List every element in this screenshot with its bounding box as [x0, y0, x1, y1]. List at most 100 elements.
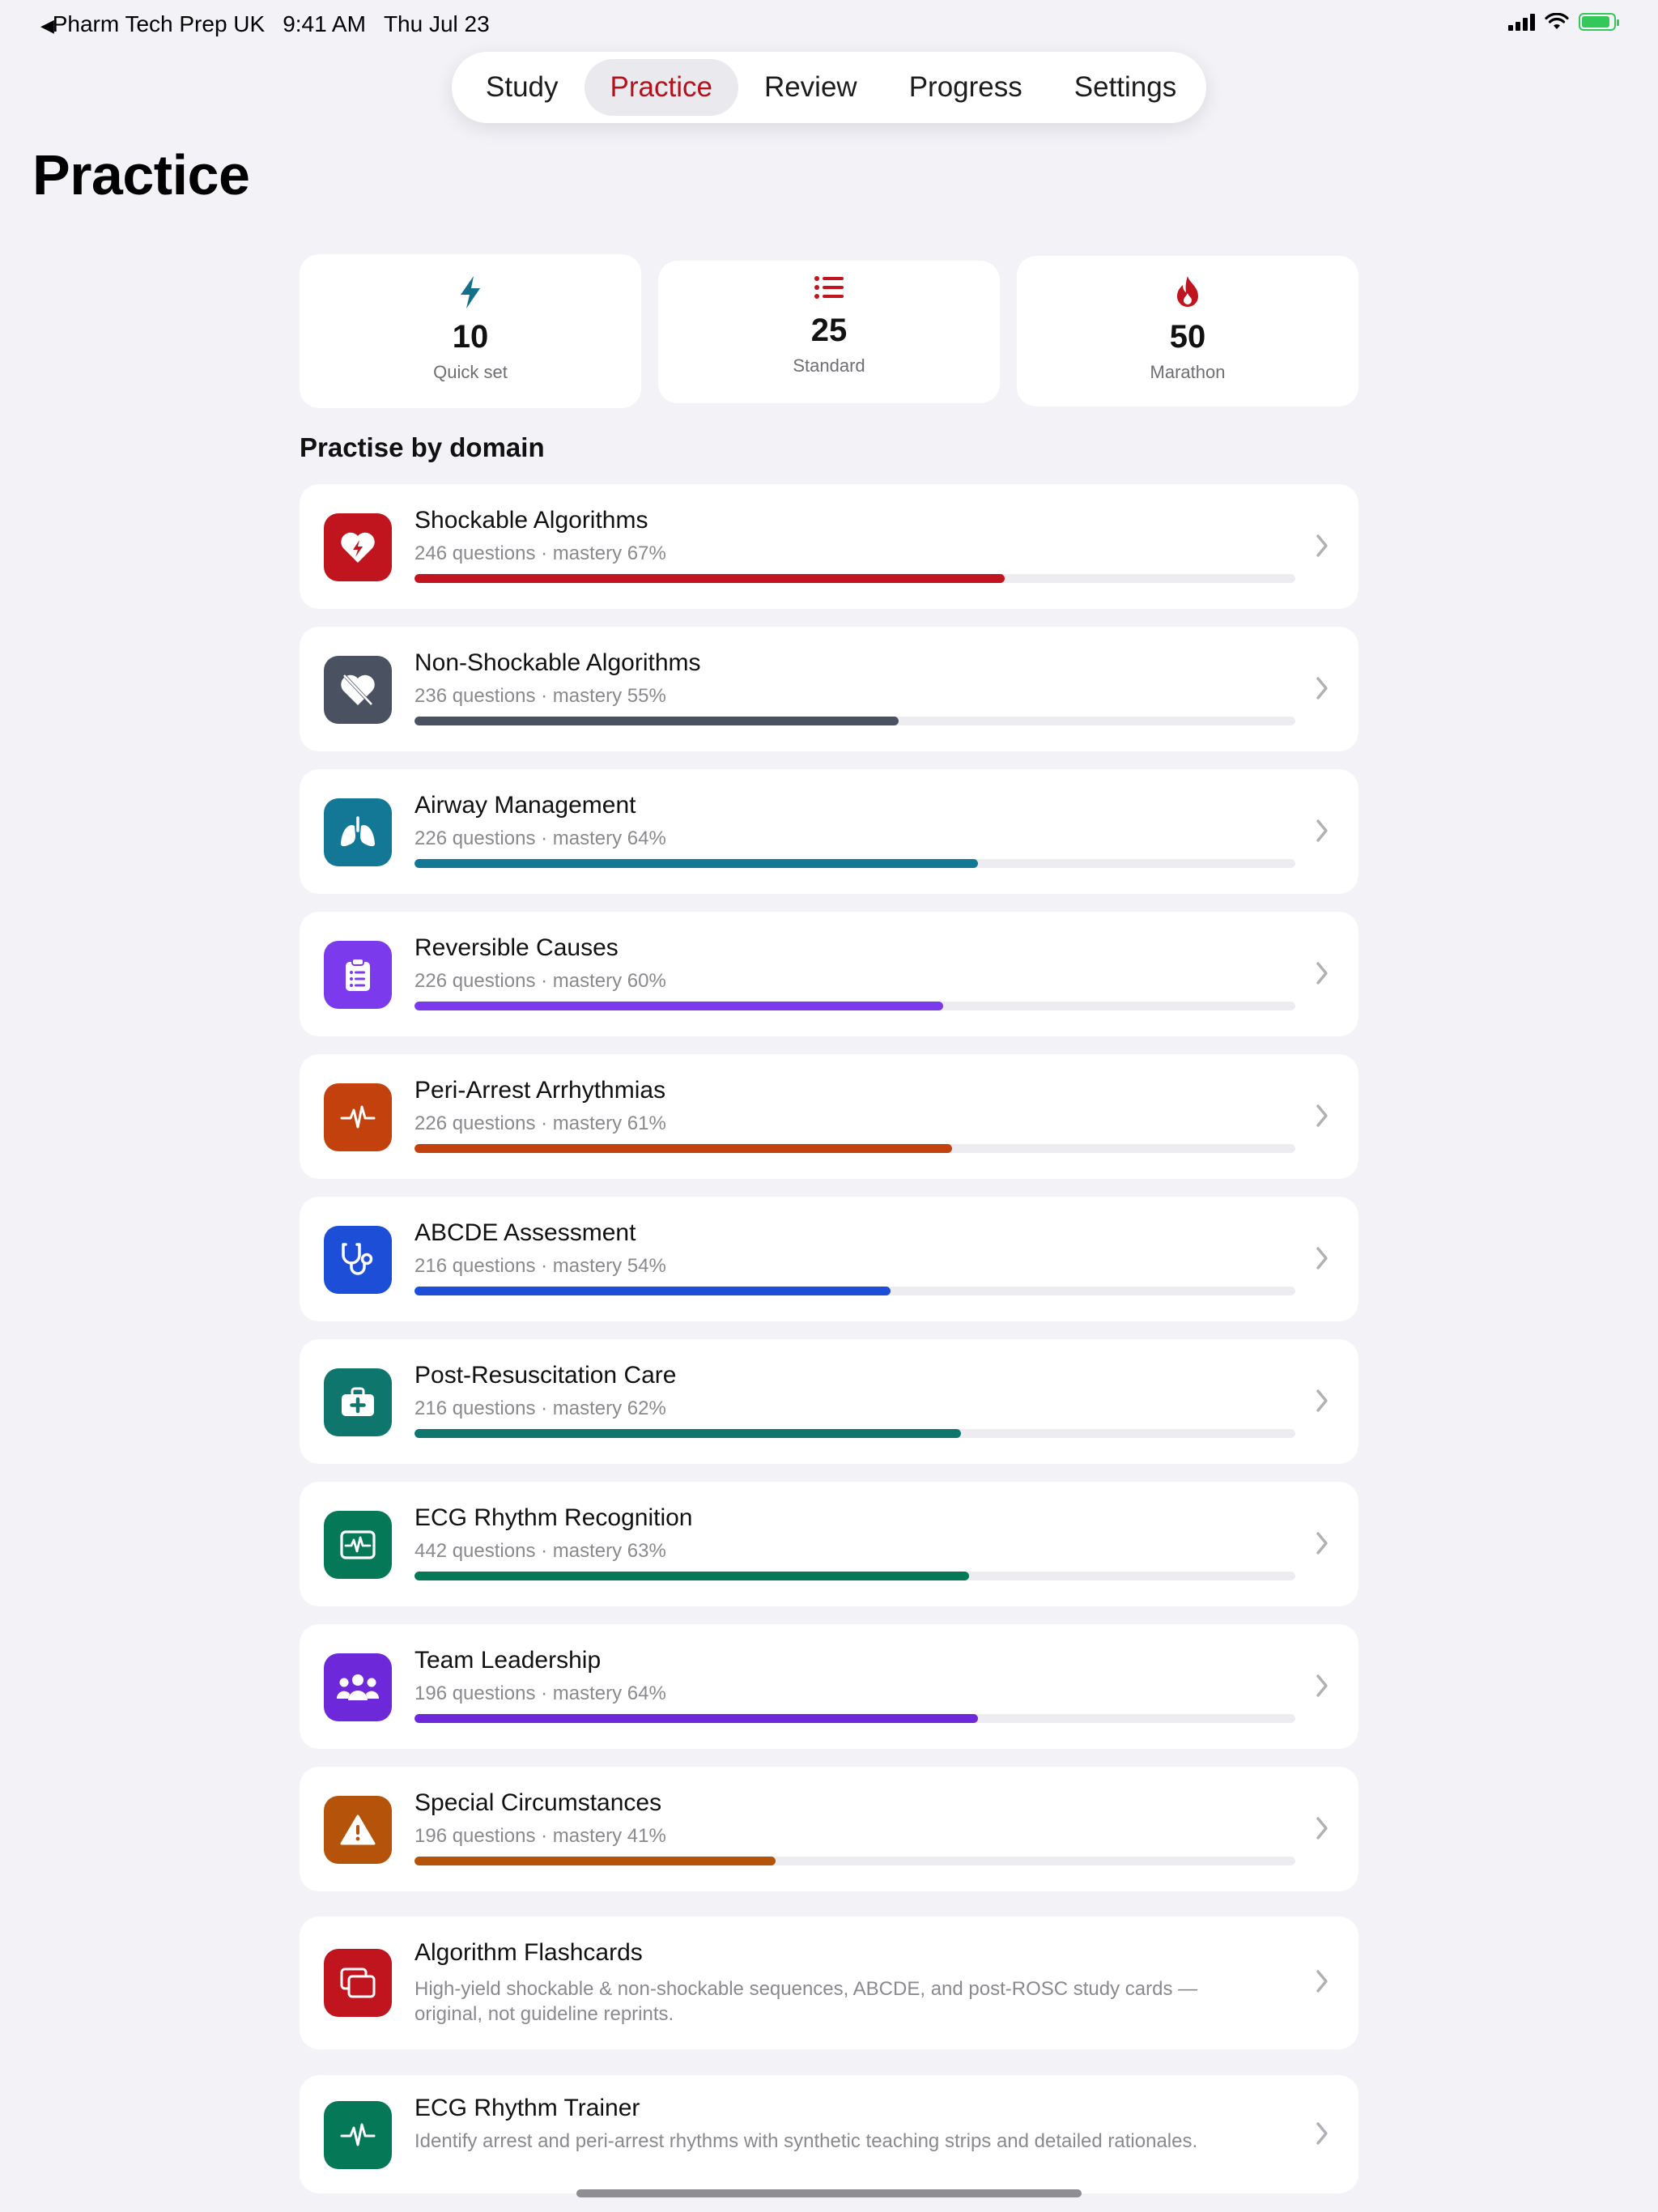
domain-subtitle: 226 questions · mastery 61%: [414, 1112, 666, 1134]
domain-subtitle: 226 questions · mastery 60%: [414, 970, 666, 992]
tab-practice[interactable]: Practice: [584, 59, 738, 116]
mastery-progress-fill: [414, 1572, 970, 1580]
chevron-right-icon: [1316, 1817, 1328, 1840]
monitor-waveform-icon: [324, 1511, 392, 1579]
medkit-icon: [324, 1368, 392, 1436]
back-to-app-link[interactable]: ◀ Pharm Tech Prep UK: [40, 11, 265, 37]
domain-subtitle: 216 questions · mastery 62%: [414, 1397, 666, 1419]
domain-title: Airway Management: [414, 792, 636, 819]
cellular-signal-icon: [1508, 13, 1535, 31]
mastery-progress-bar: [414, 1002, 1295, 1010]
heart-slash-icon: [324, 656, 392, 724]
chevron-right-icon: [1316, 534, 1328, 557]
domain-subtitle: 196 questions · mastery 64%: [414, 1682, 666, 1704]
domain-title: Reversible Causes: [414, 934, 619, 961]
pulse-icon: [324, 1083, 392, 1151]
home-indicator[interactable]: [576, 2189, 1082, 2197]
wifi-icon: [1545, 13, 1569, 29]
mastery-progress-bar: [414, 1572, 1295, 1580]
mastery-progress-fill: [414, 1857, 776, 1865]
domain-row-airway[interactable]: Airway Management 226 questions · master…: [300, 769, 1358, 894]
chevron-right-icon: [1316, 1532, 1328, 1555]
ecg-rhythm-trainer-row[interactable]: ECG Rhythm Trainer Identify arrest and p…: [300, 2075, 1358, 2193]
cards-icon: [324, 1949, 392, 2017]
domain-title: Special Circumstances: [414, 1789, 662, 1816]
tab-progress[interactable]: Progress: [883, 59, 1048, 116]
marathon-set-card[interactable]: 50 Marathon: [1017, 256, 1358, 406]
status-time: 9:41 AM: [283, 11, 366, 36]
tool-title: ECG Rhythm Trainer: [414, 2095, 640, 2121]
practice-set-cards: 10 Quick set 25 Standard 50 Marathon: [300, 254, 1360, 408]
chevron-right-icon: [1316, 1389, 1328, 1412]
mastery-progress-fill: [414, 1714, 979, 1723]
domain-row-special-circumstances[interactable]: Special Circumstances 196 questions · ma…: [300, 1767, 1358, 1891]
status-right: [1508, 13, 1619, 31]
chevron-right-icon: [1316, 2122, 1328, 2145]
warning-icon: [324, 1796, 392, 1864]
chevron-right-icon: [1316, 677, 1328, 700]
domain-row-abcde[interactable]: ABCDE Assessment 216 questions · mastery…: [300, 1197, 1358, 1321]
section-title: Practise by domain: [300, 432, 545, 462]
mastery-progress-bar: [414, 859, 1295, 868]
mastery-progress-fill: [414, 1287, 891, 1295]
mastery-progress-fill: [414, 574, 1005, 583]
standard-set-card[interactable]: 25 Standard: [658, 261, 1000, 403]
domain-row-non-shockable[interactable]: Non-Shockable Algorithms 236 questions ·…: [300, 627, 1358, 751]
domain-title: Post-Resuscitation Care: [414, 1362, 677, 1389]
domain-subtitle: 442 questions · mastery 63%: [414, 1540, 666, 1562]
chevron-right-icon: [1316, 819, 1328, 842]
domain-row-peri-arrest[interactable]: Peri-Arrest Arrhythmias 226 questions · …: [300, 1054, 1358, 1179]
status-left: ◀ Pharm Tech Prep UK 9:41 AM Thu Jul 23: [40, 11, 490, 37]
marathon-set-count: 50: [1169, 319, 1206, 355]
domain-title: Team Leadership: [414, 1647, 602, 1674]
mastery-progress-fill: [414, 1429, 961, 1438]
status-date: Thu Jul 23: [383, 11, 490, 36]
clipboard-icon: [324, 941, 392, 1009]
mastery-progress-fill: [414, 1002, 943, 1010]
domain-row-post-resuscitation[interactable]: Post-Resuscitation Care 216 questions · …: [300, 1339, 1358, 1464]
heart-bolt-icon: [324, 513, 392, 581]
algorithm-flashcards-row[interactable]: Algorithm Flashcards High-yield shockabl…: [300, 1916, 1358, 2049]
chevron-right-icon: [1316, 1247, 1328, 1270]
chevron-right-icon: [1316, 1674, 1328, 1697]
domain-title: ABCDE Assessment: [414, 1219, 636, 1246]
domain-row-ecg-recognition[interactable]: ECG Rhythm Recognition 442 questions · m…: [300, 1482, 1358, 1606]
tab-review[interactable]: Review: [738, 59, 883, 116]
domain-subtitle: 236 questions · mastery 55%: [414, 685, 666, 707]
domain-row-team-leadership[interactable]: Team Leadership 196 questions · mastery …: [300, 1624, 1358, 1749]
chevron-right-icon: [1316, 1104, 1328, 1127]
people-icon: [324, 1653, 392, 1721]
chevron-right-icon: [1316, 1970, 1328, 1993]
back-app-label: Pharm Tech Prep UK: [52, 11, 266, 36]
tab-study[interactable]: Study: [460, 59, 585, 116]
standard-set-label: Standard: [793, 355, 865, 376]
marathon-set-label: Marathon: [1150, 362, 1226, 382]
tool-subtitle: High-yield shockable & non-shockable seq…: [414, 1978, 1198, 2025]
waveform-icon: [324, 2101, 392, 2169]
list-icon: [658, 275, 1000, 311]
top-tab-bar: Study Practice Review Progress Settings: [452, 52, 1206, 123]
page-title: Practice: [32, 143, 250, 206]
mastery-progress-fill: [414, 717, 899, 725]
status-bar: ◀ Pharm Tech Prep UK 9:41 AM Thu Jul 23: [0, 0, 1658, 52]
stethoscope-icon: [324, 1226, 392, 1294]
domain-title: Shockable Algorithms: [414, 507, 648, 534]
flame-icon: [1017, 275, 1358, 311]
domain-subtitle: 216 questions · mastery 54%: [414, 1255, 666, 1277]
domain-row-shockable[interactable]: Shockable Algorithms 246 questions · mas…: [300, 484, 1358, 609]
domain-title: ECG Rhythm Recognition: [414, 1504, 693, 1531]
mastery-progress-bar: [414, 1287, 1295, 1295]
mastery-progress-bar: [414, 1857, 1295, 1865]
bolt-icon: [300, 275, 641, 311]
domain-row-reversible-causes[interactable]: Reversible Causes 226 questions · master…: [300, 912, 1358, 1036]
quick-set-card[interactable]: 10 Quick set: [300, 254, 641, 408]
lungs-icon: [324, 798, 392, 866]
mastery-progress-bar: [414, 1429, 1295, 1438]
mastery-progress-bar: [414, 574, 1295, 583]
quick-set-label: Quick set: [433, 362, 508, 382]
tab-settings[interactable]: Settings: [1048, 59, 1202, 116]
mastery-progress-bar: [414, 717, 1295, 725]
tool-subtitle: Identify arrest and peri-arrest rhythms …: [414, 2130, 1198, 2152]
mastery-progress-bar: [414, 1144, 1295, 1153]
domain-subtitle: 246 questions · mastery 67%: [414, 542, 666, 564]
